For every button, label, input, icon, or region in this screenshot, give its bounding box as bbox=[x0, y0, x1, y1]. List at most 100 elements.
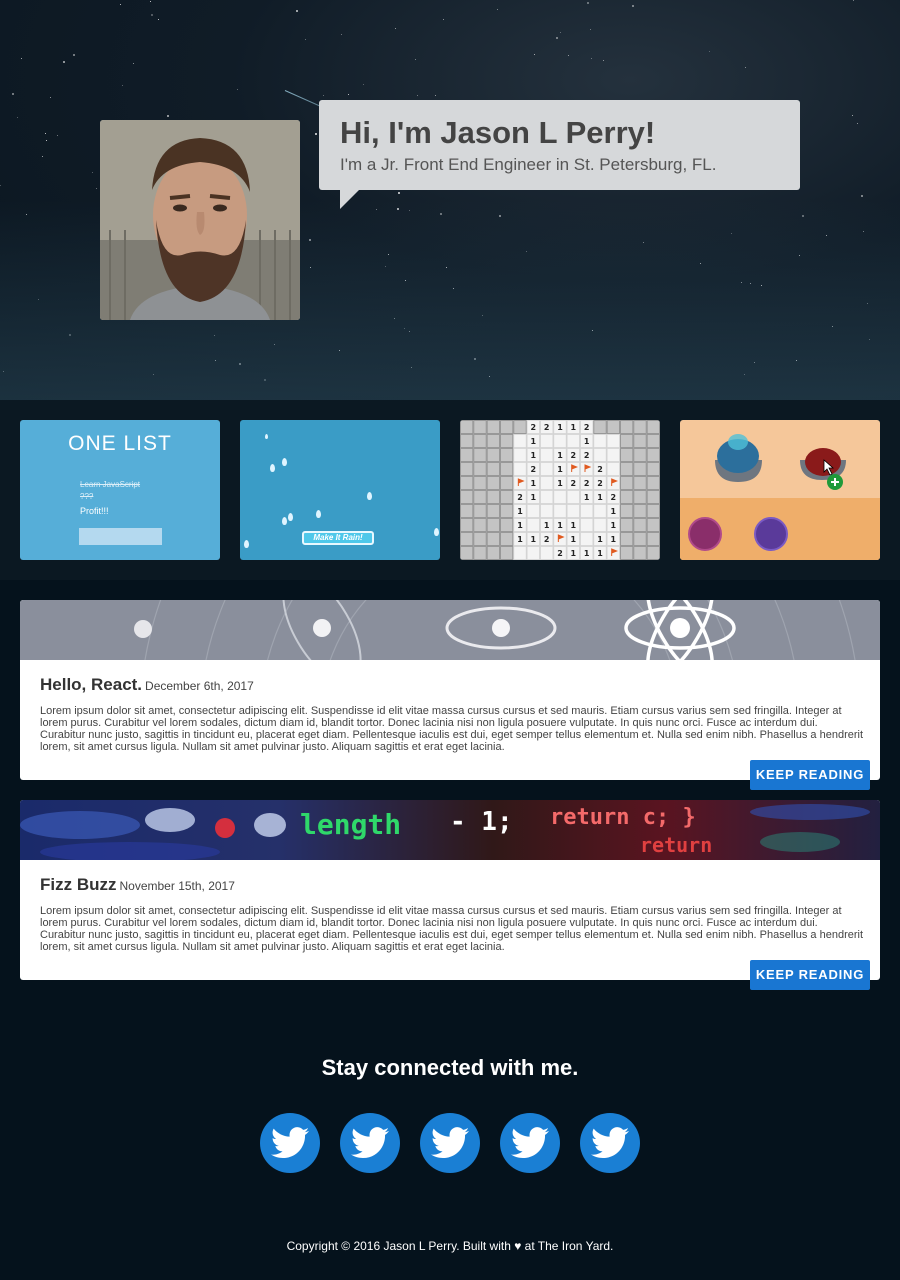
mine-cell bbox=[486, 504, 500, 518]
mine-cell bbox=[513, 462, 527, 476]
raindrop bbox=[367, 492, 372, 500]
mine-count: 1 bbox=[611, 535, 617, 544]
project-card-one-list[interactable]: ONE LIST Learn JavaScript ??? Profit!!! bbox=[20, 420, 220, 560]
mine-cell bbox=[646, 476, 660, 490]
mine-cell bbox=[460, 518, 474, 532]
star bbox=[92, 172, 93, 173]
mine-cell bbox=[646, 490, 660, 504]
mine-count: 1 bbox=[584, 549, 590, 558]
mine-cell bbox=[513, 546, 527, 560]
raindrop bbox=[270, 464, 275, 472]
mine-cell bbox=[620, 448, 634, 462]
raindrop bbox=[316, 510, 321, 518]
mine-count: 1 bbox=[571, 521, 577, 530]
mine-cell bbox=[500, 490, 514, 504]
blog-post-card: length - 1; return c; } return Fizz Buzz… bbox=[20, 800, 880, 990]
potion-scene bbox=[688, 434, 846, 551]
mine-cell bbox=[526, 518, 540, 532]
star bbox=[323, 95, 324, 96]
mine-cell bbox=[633, 462, 647, 476]
mine-cell bbox=[500, 532, 514, 546]
mine-cell bbox=[633, 420, 647, 434]
mine-cell bbox=[540, 490, 554, 504]
mine-cell bbox=[500, 420, 514, 434]
mine-cell bbox=[580, 518, 594, 532]
star bbox=[435, 95, 436, 96]
keep-reading-button[interactable]: KEEP READING bbox=[750, 760, 870, 790]
star bbox=[497, 9, 498, 10]
mine-count: 2 bbox=[544, 423, 550, 432]
twitter-icon bbox=[511, 1127, 549, 1159]
mine-cell bbox=[620, 420, 634, 434]
code-token: return c; } bbox=[550, 805, 696, 830]
mine-cell bbox=[646, 504, 660, 518]
mine-count: 2 bbox=[544, 535, 550, 544]
mine-cell bbox=[473, 504, 487, 518]
twitter-link[interactable] bbox=[340, 1113, 400, 1173]
mine-count: 2 bbox=[597, 465, 603, 474]
mine-cell bbox=[646, 420, 660, 434]
mine-cell bbox=[566, 462, 580, 476]
mine-cell bbox=[580, 462, 594, 476]
mine-cell bbox=[580, 504, 594, 518]
mine-count: 2 bbox=[531, 465, 537, 474]
mine-count: 1 bbox=[557, 479, 563, 488]
mine-cell bbox=[473, 490, 487, 504]
post-title: Fizz Buzz November 15th, 2017 bbox=[40, 875, 235, 895]
projects-strip: ONE LIST Learn JavaScript ??? Profit!!! … bbox=[0, 400, 900, 580]
mine-cell bbox=[606, 448, 620, 462]
mine-cell bbox=[646, 518, 660, 532]
mine-cell bbox=[526, 504, 540, 518]
mine-count: 1 bbox=[571, 549, 577, 558]
mine-cell bbox=[460, 476, 474, 490]
twitter-link[interactable] bbox=[580, 1113, 640, 1173]
connect-heading: Stay connected with me. bbox=[321, 1055, 579, 1080]
mine-cell bbox=[513, 448, 527, 462]
twitter-link[interactable] bbox=[420, 1113, 480, 1173]
mine-cell bbox=[500, 462, 514, 476]
mine-cell bbox=[633, 476, 647, 490]
mine-cell bbox=[540, 546, 554, 560]
mine-cell bbox=[593, 504, 607, 518]
project-card-potion-game[interactable] bbox=[680, 420, 880, 560]
star bbox=[590, 29, 591, 30]
blog-post-card: Hello, React. December 6th, 2017 Lorem ip… bbox=[20, 600, 880, 790]
star bbox=[151, 14, 153, 16]
mine-count: 1 bbox=[531, 479, 537, 488]
mine-cell bbox=[633, 546, 647, 560]
mine-cell bbox=[486, 532, 500, 546]
mine-count: 2 bbox=[571, 479, 577, 488]
project-card-make-it-rain[interactable]: Make It Rain! bbox=[240, 420, 440, 560]
mine-cell bbox=[566, 434, 580, 448]
star bbox=[158, 19, 159, 20]
hero-title: Hi, I'm Jason L Perry! bbox=[340, 115, 656, 150]
mine-count: 2 bbox=[571, 451, 577, 460]
raindrop bbox=[288, 513, 293, 521]
mine-cell bbox=[500, 518, 514, 532]
star bbox=[363, 84, 364, 85]
twitter-link[interactable] bbox=[260, 1113, 320, 1173]
mine-cell bbox=[460, 462, 474, 476]
twitter-link[interactable] bbox=[500, 1113, 560, 1173]
mine-cell bbox=[460, 448, 474, 462]
mine-cell bbox=[473, 476, 487, 490]
mine-cell bbox=[513, 434, 527, 448]
star bbox=[857, 123, 858, 124]
mine-cell bbox=[553, 434, 567, 448]
star bbox=[591, 58, 592, 59]
new-item-input bbox=[79, 528, 162, 545]
star bbox=[0, 185, 1, 186]
star bbox=[21, 58, 22, 59]
mine-cell bbox=[553, 490, 567, 504]
mine-cell bbox=[593, 448, 607, 462]
star bbox=[296, 10, 298, 12]
keep-reading-button[interactable]: KEEP READING bbox=[750, 960, 870, 990]
star bbox=[120, 4, 121, 5]
post-date: November 15th, 2017 bbox=[119, 879, 235, 893]
mine-cell bbox=[553, 532, 567, 546]
mine-count: 1 bbox=[517, 535, 523, 544]
mine-cell bbox=[620, 434, 634, 448]
mine-cell bbox=[606, 434, 620, 448]
mine-cell bbox=[500, 476, 514, 490]
project-card-minesweeper[interactable]: 2211211112221211222211121111111112111211… bbox=[460, 420, 660, 560]
